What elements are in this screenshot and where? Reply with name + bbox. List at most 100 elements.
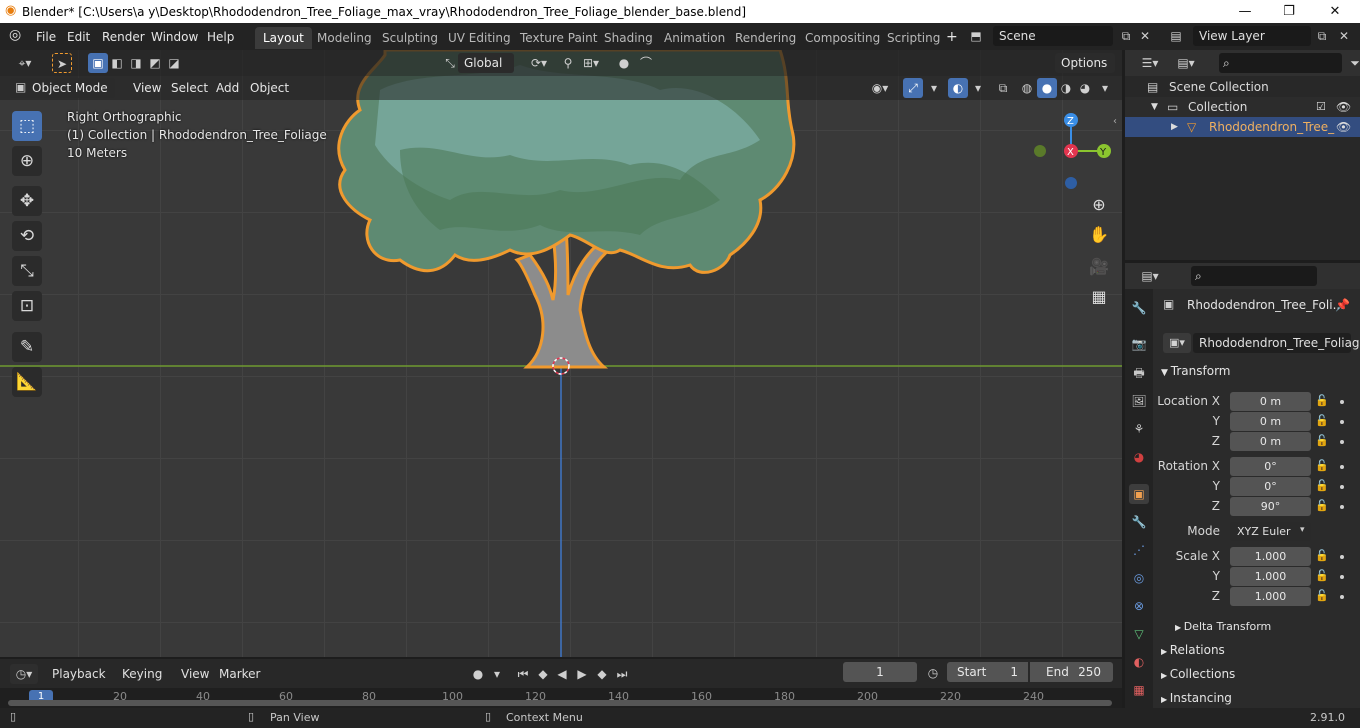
timeline-view-menu[interactable]: View [181,664,209,684]
location-y-keyframe-icon[interactable] [1340,420,1344,424]
location-x-keyframe-icon[interactable] [1340,400,1344,404]
rotation-x-field[interactable]: 0° [1230,457,1311,476]
blender-menu-icon[interactable]: ◎ [9,26,21,44]
exclude-checkbox[interactable]: ☑ [1316,97,1326,117]
scale-x-keyframe-icon[interactable] [1340,555,1344,559]
play-reverse-icon[interactable]: ◀ [552,664,572,684]
overlay-toggle-icon[interactable]: ◐ [948,78,968,98]
jump-end-icon[interactable]: ⏭ [612,664,632,684]
snap-target-icon[interactable]: ⊞▾ [578,53,604,73]
scene-field[interactable]: Scene [993,26,1113,46]
view-layer-field[interactable]: View Layer [1193,26,1311,46]
gizmo-dropdown-icon[interactable]: ▾ [924,78,944,98]
snap-toggle-icon[interactable]: ⚲ [558,53,578,73]
viewport-menu-select[interactable]: Select [165,78,214,98]
viewport-menu-add[interactable]: Add [210,78,245,98]
properties-editor-type-icon[interactable]: ▤▾ [1137,266,1163,286]
tab-uv-editing[interactable]: UV Editing [440,27,519,49]
display-mode-icon[interactable]: ▤▾ [1173,53,1199,73]
measure-tool-icon[interactable]: 📐 [12,367,42,397]
close-button[interactable]: ✕ [1312,0,1358,23]
tab-texture-paint[interactable]: Texture Paint [512,27,605,49]
zoom-icon[interactable]: ⊕ [1087,193,1111,217]
output-tab-icon[interactable]: 🖶 [1129,363,1149,383]
scale-x-lock-icon[interactable]: 🔓 [1315,549,1329,562]
auto-keying-icon[interactable]: ● [468,664,488,684]
annotate-tool-icon[interactable]: ✎ [12,332,42,362]
rotation-y-lock-icon[interactable]: 🔓 [1315,479,1329,492]
object-visibility-icon[interactable]: 👁 [1336,117,1351,137]
keying-menu[interactable]: Keying [122,664,162,684]
instancing-panel-header[interactable]: ▶ Instancing [1161,691,1232,705]
tweak-tool-icon[interactable]: ⬚ [12,111,42,141]
delta-transform-panel-header[interactable]: ▶ Delta Transform [1175,620,1271,633]
scale-z-field[interactable]: 1.000 [1230,587,1311,606]
viewport-menu-object[interactable]: Object [244,78,295,98]
scale-z-keyframe-icon[interactable] [1340,595,1344,599]
maximize-button[interactable]: ❐ [1266,0,1312,23]
visibility-icon[interactable]: ◉▾ [868,78,892,98]
keying-set-icon[interactable]: ▾ [487,664,507,684]
frame-end-field[interactable]: End 250 [1030,662,1113,682]
expand-collection-icon[interactable]: ▼ [1151,97,1158,117]
location-z-lock-icon[interactable]: 🔓 [1315,434,1329,447]
move-tool-icon[interactable]: ✥ [12,186,42,216]
rendered-shading-icon[interactable]: ◕ [1075,78,1095,98]
transform-tool-icon[interactable]: ⊡ [12,291,42,321]
texture-tab-icon[interactable]: ▦ [1129,680,1149,700]
delete-view-layer-icon[interactable]: ✕ [1334,26,1354,46]
outliner-editor-type-icon[interactable]: ☰▾ [1137,53,1163,73]
xray-toggle-icon[interactable]: ⧉ [993,78,1013,98]
select-intersect-icon[interactable]: ◪ [164,53,184,73]
play-icon[interactable]: ▶ [572,664,592,684]
material-shading-icon[interactable]: ◑ [1056,78,1076,98]
proportional-falloff-icon[interactable]: ⌒ [636,53,656,73]
overlay-dropdown-icon[interactable]: ▾ [968,78,988,98]
tab-rendering[interactable]: Rendering [727,27,804,49]
location-z-field[interactable]: 0 m [1230,432,1311,451]
3d-viewport[interactable]: Z X Y ⌖▾ ➤ ▣ ◧ ◨ ◩ ◪ ⤡ Global ⟳▾ ⚲ ⊞▾ ● … [0,50,1122,657]
viewport-menu-view[interactable]: View [127,78,167,98]
location-z-keyframe-icon[interactable] [1340,440,1344,444]
transform-panel-header[interactable]: ▼ Transform [1161,364,1231,378]
rotation-z-lock-icon[interactable]: 🔓 [1315,499,1329,512]
pan-hand-icon[interactable]: ✋ [1087,223,1111,247]
transform-orientation-dropdown[interactable]: Global [458,53,514,73]
object-data-browse-icon[interactable]: ▣▾ [1163,333,1191,353]
rotation-x-lock-icon[interactable]: 🔓 [1315,459,1329,472]
pin-icon[interactable]: 📌 [1335,298,1350,312]
rotate-tool-icon[interactable]: ⟲ [12,221,42,251]
add-workspace-icon[interactable]: + [946,28,958,46]
marker-menu[interactable]: Marker [219,664,260,684]
view-layer-icon[interactable]: ▤ [1166,26,1186,46]
camera-view-icon[interactable]: 🎥 [1087,255,1111,279]
tab-shading[interactable]: Shading [596,27,661,49]
shading-dropdown-icon[interactable]: ▾ [1095,78,1115,98]
delete-scene-icon[interactable]: ✕ [1135,26,1155,46]
minimize-button[interactable]: — [1222,0,1268,23]
options-dropdown[interactable]: Options [1055,53,1115,73]
select-invert-icon[interactable]: ◩ [145,53,165,73]
material-tab-icon[interactable]: ◐ [1129,652,1149,672]
location-x-field[interactable]: 0 m [1230,392,1311,411]
scale-y-lock-icon[interactable]: 🔓 [1315,569,1329,582]
tab-scripting[interactable]: Scripting [879,27,948,49]
frame-start-field[interactable]: Start 1 [947,662,1028,682]
rotation-x-keyframe-icon[interactable] [1340,465,1344,469]
tab-modeling[interactable]: Modeling [309,27,380,49]
render-tab-icon[interactable]: 📷 [1129,334,1149,354]
location-y-lock-icon[interactable]: 🔓 [1315,414,1329,427]
tab-sculpting[interactable]: Sculpting [374,27,446,49]
new-scene-icon[interactable]: ⧉ [1116,26,1136,46]
timeline-scrollbar[interactable] [8,700,1112,706]
object-name-field[interactable]: Rhododendron_Tree_Foliage [1193,333,1360,353]
rotation-y-field[interactable]: 0° [1230,477,1311,496]
timeline-editor-type-icon[interactable]: ◷▾ [10,664,38,684]
scale-x-field[interactable]: 1.000 [1230,547,1311,566]
location-x-lock-icon[interactable]: 🔓 [1315,394,1329,407]
tab-animation[interactable]: Animation [656,27,733,49]
outliner-row-tree-object[interactable]: ▶ ▽ Rhododendron_Tree_ 👁 [1125,117,1360,137]
solid-shading-icon[interactable]: ● [1037,78,1057,98]
select-subtract-icon[interactable]: ◨ [126,53,146,73]
filter-icon[interactable]: ⏷ [1345,53,1360,73]
